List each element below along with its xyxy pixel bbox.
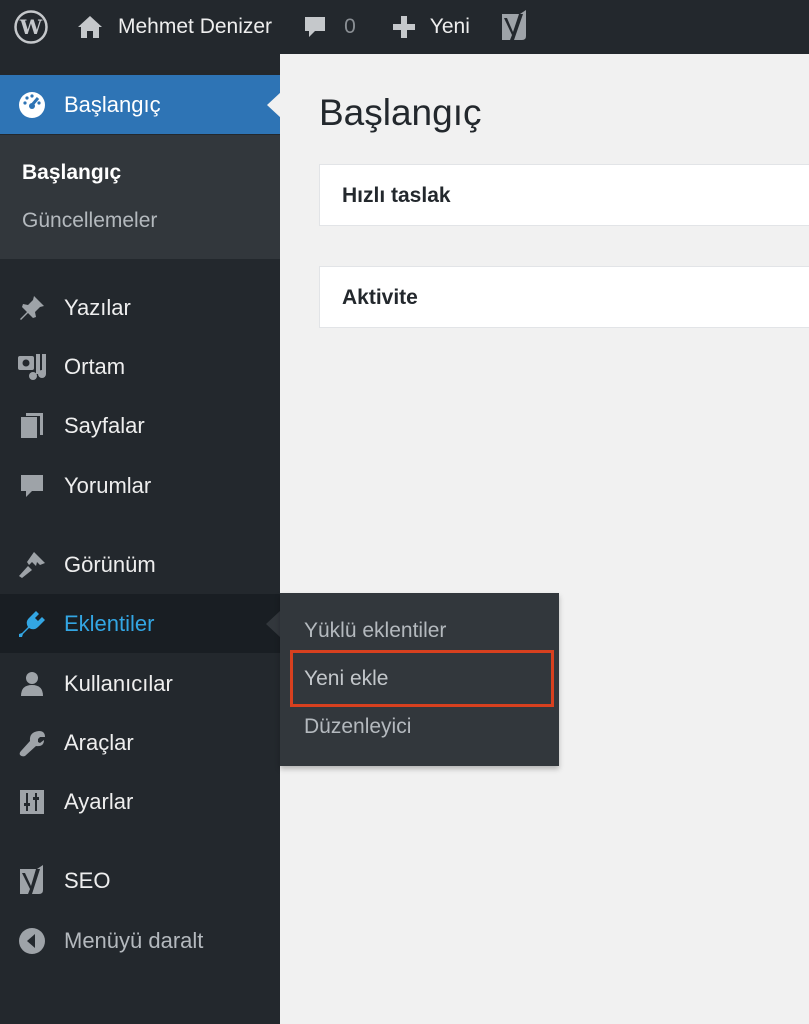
collapse-icon <box>0 926 64 956</box>
wordpress-logo-menu[interactable]: W <box>0 0 62 54</box>
menu-comments[interactable]: Yorumlar <box>0 456 280 515</box>
plugin-icon <box>0 608 64 640</box>
appearance-icon <box>0 550 64 580</box>
menu-media[interactable]: Ortam <box>0 337 280 396</box>
menu-label-media: Ortam <box>64 353 126 379</box>
activity-title[interactable]: Aktivite <box>342 286 418 310</box>
media-icon <box>0 352 64 382</box>
menu-label-appearance: Görünüm <box>64 551 156 577</box>
menu-label-seo: SEO <box>64 867 111 893</box>
menu-label-settings: Ayarlar <box>64 788 134 814</box>
menu-appearance[interactable]: Görünüm <box>0 535 280 594</box>
quick-draft-box: Hızlı taslak <box>319 164 809 226</box>
pin-icon <box>0 293 64 323</box>
activity-box: Aktivite <box>319 266 809 328</box>
admin-sidebar: Başlangıç Başlangıç Güncellemeler Yazıla… <box>0 54 281 1024</box>
menu-tools[interactable]: Araçlar <box>0 713 280 772</box>
user-icon <box>0 669 64 699</box>
current-menu-arrow <box>267 91 281 118</box>
new-content-link[interactable]: Yeni <box>356 0 470 54</box>
settings-icon <box>0 788 64 816</box>
menu-label-users: Kullanıcılar <box>64 670 173 696</box>
quick-draft-title[interactable]: Hızlı taslak <box>342 184 451 208</box>
comment-bubble-icon <box>305 17 326 37</box>
menu-label-plugins: Eklentiler <box>64 610 155 636</box>
menu-plugins[interactable]: Eklentiler <box>0 594 280 653</box>
menu-dashboard[interactable]: Başlangıç <box>0 75 281 134</box>
flyout-editor[interactable]: Düzenleyici <box>304 715 411 739</box>
home-icon <box>78 16 102 38</box>
menu-pages[interactable]: Sayfalar <box>0 396 280 455</box>
menu-label-comments: Yorumlar <box>64 472 152 498</box>
plus-icon <box>392 16 415 38</box>
wrench-icon <box>0 728 64 758</box>
dashboard-submenu: Başlangıç Güncellemeler <box>0 135 280 259</box>
yoast-menu[interactable] <box>470 0 530 54</box>
yoast-icon <box>501 10 526 40</box>
comments-link[interactable]: 0 <box>272 0 356 54</box>
collapse-menu-button[interactable]: Menüyü daralt <box>0 911 280 970</box>
svg-text:W: W <box>19 15 43 39</box>
menu-label-pages: Sayfalar <box>64 412 145 438</box>
yoast-seo-icon <box>0 864 64 897</box>
plugins-flyout-menu: Yüklü eklentiler Yeni ekle Düzenleyici <box>280 593 559 766</box>
admin-bar: W Mehmet Denizer 0 Yeni <box>0 0 809 54</box>
new-label: Yeni <box>429 15 470 38</box>
site-name-link[interactable]: Mehmet Denizer <box>62 0 272 54</box>
wordpress-logo-icon: W <box>14 10 48 44</box>
menu-posts[interactable]: Yazılar <box>0 278 280 337</box>
comment-count: 0 <box>344 15 356 38</box>
submenu-updates[interactable]: Güncellemeler <box>22 209 157 233</box>
menu-seo[interactable]: SEO <box>0 851 280 910</box>
pages-icon <box>0 411 64 441</box>
site-name: Mehmet Denizer <box>118 15 273 38</box>
dashboard-gauge-icon <box>0 90 64 120</box>
flyout-installed-plugins[interactable]: Yüklü eklentiler <box>304 619 446 643</box>
submenu-home[interactable]: Başlangıç <box>22 161 121 185</box>
menu-settings[interactable]: Ayarlar <box>0 772 280 831</box>
comment-icon <box>0 471 64 501</box>
collapse-label: Menüyü daralt <box>64 927 204 953</box>
menu-users[interactable]: Kullanıcılar <box>0 654 280 713</box>
flyout-arrow <box>266 610 280 637</box>
page-title: Başlangıç <box>319 92 482 133</box>
highlight-annotation <box>290 650 554 707</box>
menu-label-dashboard: Başlangıç <box>64 91 161 117</box>
menu-label-tools: Araçlar <box>64 729 134 755</box>
menu-label-posts: Yazılar <box>64 294 131 320</box>
